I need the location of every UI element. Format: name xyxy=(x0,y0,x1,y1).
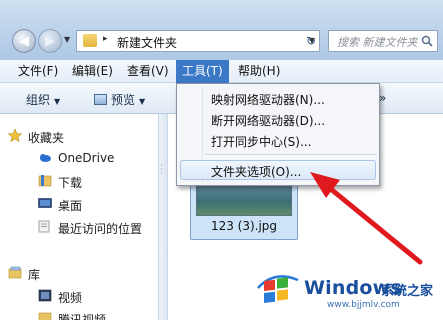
nav-item-label: 腾讯视频 xyxy=(58,313,107,320)
menu-edit[interactable]: 编辑(E) xyxy=(66,60,119,83)
disconnect-network-drive-item[interactable]: 断开网络驱动器(D)... xyxy=(211,112,325,129)
more-commands-button[interactable]: » xyxy=(379,91,386,105)
menu-help[interactable]: 帮助(H) xyxy=(232,60,286,83)
nav-item-label: 视频 xyxy=(58,291,83,305)
desktop-icon xyxy=(38,198,52,208)
refresh-icon: ↻ xyxy=(305,34,317,48)
search-placeholder: 搜索 新建文件夹 xyxy=(337,36,418,49)
nav-favorites[interactable]: 收藏夹 xyxy=(0,126,158,146)
forward-button[interactable]: ▶ xyxy=(38,29,62,53)
chevron-down-icon: ▼ xyxy=(139,97,146,106)
folder-icon xyxy=(83,34,97,47)
window-titlebar: ◀ ▶ ▼ ▸ 新建文件夹 ▼ ↻ 搜索 新建文件夹 xyxy=(0,0,443,60)
back-arrow-icon: ◀ xyxy=(19,33,29,49)
star-icon xyxy=(8,129,22,142)
download-folder-icon xyxy=(38,175,52,187)
nav-item-tencent-video[interactable]: 腾讯视频 xyxy=(0,308,158,320)
address-bar[interactable]: ▸ 新建文件夹 ▼ xyxy=(76,30,320,52)
watermark-url: www.bjjmlv.com xyxy=(327,300,400,310)
forward-arrow-icon: ▶ xyxy=(45,33,55,49)
menu-tools[interactable]: 工具(T) xyxy=(176,60,229,83)
recent-places-icon xyxy=(38,220,50,233)
video-library-icon xyxy=(38,289,52,302)
tools-menu-dropdown: 映射网络驱动器(N)... 断开网络驱动器(D)... 打开同步中心(S)...… xyxy=(176,83,380,186)
nav-item-label: 桌面 xyxy=(58,199,83,213)
folder-icon xyxy=(38,312,52,320)
menu-file[interactable]: 文件(F) xyxy=(12,60,64,83)
breadcrumb-current-folder[interactable]: 新建文件夹 xyxy=(117,34,177,51)
breadcrumb-separator-icon[interactable]: ▸ xyxy=(103,34,108,44)
search-icon[interactable] xyxy=(421,35,433,47)
open-sync-center-item[interactable]: 打开同步中心(S)... xyxy=(211,133,311,150)
nav-item-recent-places[interactable]: 最近访问的位置 xyxy=(0,217,158,237)
watermark-brand-cn: 系统之家 xyxy=(381,284,434,299)
preview-button[interactable]: 预览 ▼ xyxy=(94,91,145,108)
nav-libraries[interactable]: 库 xyxy=(0,263,158,283)
pane-splitter[interactable] xyxy=(158,114,168,320)
back-button[interactable]: ◀ xyxy=(12,29,36,53)
recent-pages-dropdown-icon[interactable]: ▼ xyxy=(64,35,70,44)
library-icon xyxy=(8,266,22,279)
menu-separator xyxy=(205,154,377,155)
nav-item-downloads[interactable]: 下载 xyxy=(0,171,158,191)
file-name-label[interactable]: 123 (3).jpg xyxy=(190,219,298,233)
nav-item-desktop[interactable]: 桌面 xyxy=(0,194,158,214)
refresh-button[interactable]: ↻ xyxy=(300,30,322,52)
preview-label: 预览 xyxy=(111,93,136,107)
preview-icon xyxy=(94,94,107,105)
chevron-down-icon: ▼ xyxy=(54,97,61,106)
nav-favorites-label: 收藏夹 xyxy=(28,131,65,145)
nav-item-label: 最近访问的位置 xyxy=(58,222,143,236)
menu-bar: 文件(F) 编辑(E) 查看(V) 工具(T) 帮助(H) xyxy=(0,60,443,83)
search-input[interactable]: 搜索 新建文件夹 xyxy=(328,30,438,52)
folder-options-item[interactable]: 文件夹选项(O)... xyxy=(211,163,301,180)
nav-item-onedrive[interactable]: OneDrive xyxy=(0,148,158,168)
menu-view[interactable]: 查看(V) xyxy=(121,60,175,83)
nav-item-label: OneDrive xyxy=(58,151,115,165)
cloud-icon xyxy=(40,154,51,162)
nav-item-label: 下载 xyxy=(58,176,83,190)
nav-item-videos[interactable]: 视频 xyxy=(0,286,158,306)
nav-libraries-label: 库 xyxy=(28,268,41,282)
navigation-pane: 收藏夹 OneDrive 下载 桌面 最近访问的位置 库 视频 腾讯视频 xyxy=(0,114,158,320)
splitter-grip-icon[interactable]: · · · xyxy=(160,162,163,178)
organize-label: 组织 xyxy=(26,93,51,107)
map-network-drive-item[interactable]: 映射网络驱动器(N)... xyxy=(211,91,325,108)
organize-button[interactable]: 组织 ▼ xyxy=(26,91,60,108)
